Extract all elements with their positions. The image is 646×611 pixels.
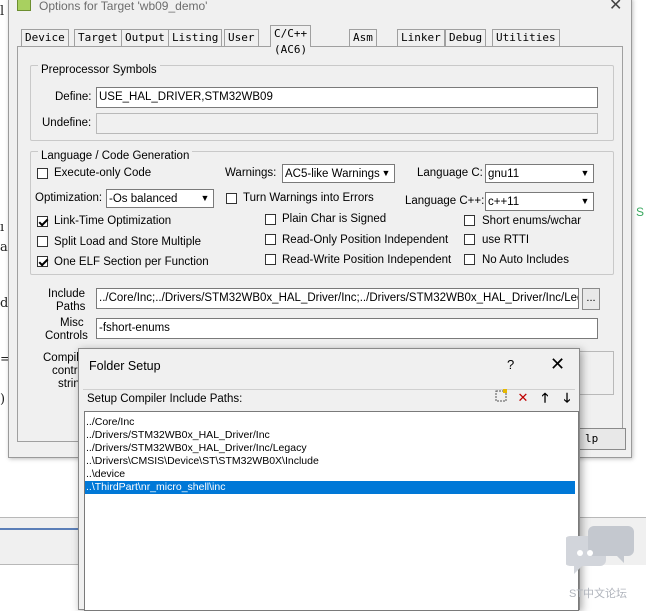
background-divider (0, 528, 82, 530)
chevron-down-icon: ▼ (580, 196, 590, 206)
language-c-label: Language C: (417, 167, 483, 179)
chevron-down-icon: ▼ (580, 168, 590, 178)
split-load-checkbox[interactable] (37, 236, 48, 247)
tab-utilities[interactable]: Utilities (492, 29, 560, 47)
tab-listing[interactable]: Listing (168, 29, 223, 47)
tab-device[interactable]: Device (21, 29, 69, 47)
list-item[interactable]: ../Drivers/STM32WB0x_HAL_Driver/Inc/Lega… (85, 442, 575, 455)
browse-button[interactable]: ... (582, 288, 600, 310)
list-item[interactable]: ../Drivers/STM32WB0x_HAL_Driver/Inc (85, 429, 575, 442)
define-field[interactable]: USE_HAL_DRIVER,STM32WB09 (96, 87, 598, 108)
warnings-label: Warnings: (225, 167, 277, 179)
undefine-label: Undefine: (42, 117, 92, 129)
new-folder-icon[interactable] (492, 389, 510, 407)
misc-controls-field[interactable]: -fshort-enums (96, 318, 598, 339)
language-c-value: gnu11 (488, 168, 520, 180)
close-icon[interactable]: ✕ (609, 0, 622, 15)
language-cpp-label: Language C++: (405, 195, 485, 207)
misc-controls-label: Misc (60, 317, 84, 329)
plain-char-label: Plain Char is Signed (282, 213, 387, 225)
include-paths-list-label: Setup Compiler Include Paths: (87, 393, 243, 405)
close-icon[interactable]: ✕ (550, 354, 565, 375)
link-time-label: Link-Time Optimization (54, 215, 172, 227)
app-icon (17, 0, 31, 11)
help-icon[interactable]: ? (507, 357, 514, 372)
chevron-down-icon: ▼ (200, 193, 210, 203)
use-rtti-checkbox[interactable] (464, 234, 475, 245)
include-paths-label: Paths (56, 301, 86, 313)
use-rtti-label: use RTTI (482, 234, 530, 246)
help-button[interactable]: lp (576, 428, 626, 450)
group-title: Language / Code Generation (38, 150, 193, 162)
execute-only-label: Execute-only Code (54, 167, 152, 179)
language-c-select[interactable]: gnu11 ▼ (485, 164, 594, 183)
language-cpp-select[interactable]: c++11 ▼ (485, 192, 594, 211)
optimization-label: Optimization: (35, 192, 103, 204)
execute-only-checkbox[interactable] (37, 168, 48, 179)
tab-c-cpp[interactable]: C/C++ (AC6) (270, 25, 312, 56)
undefine-field[interactable] (96, 113, 598, 134)
background-text: l (0, 4, 5, 19)
rw-position-checkbox[interactable] (265, 254, 276, 265)
tab-linker[interactable]: Linker (397, 29, 445, 47)
tab-debug[interactable]: Debug (445, 29, 487, 47)
short-enums-checkbox[interactable] (464, 215, 475, 226)
background-text: a (0, 240, 8, 255)
window-title: Options for Target 'wb09_demo' (39, 0, 208, 13)
plain-char-checkbox[interactable] (265, 214, 276, 225)
optimization-select[interactable]: -Os balanced ▼ (106, 189, 214, 208)
background-text: S (636, 205, 645, 219)
tab-user[interactable]: User (224, 29, 259, 47)
delete-icon[interactable]: ✕ (514, 389, 532, 407)
list-item-selected[interactable]: ..\ThirdPart\nr_micro_shell\inc (85, 481, 575, 494)
split-load-label: Split Load and Store Multiple (54, 236, 202, 248)
language-cpp-value: c++11 (488, 196, 520, 208)
tab-output[interactable]: Output (121, 29, 169, 47)
misc-controls-label: Controls (45, 330, 88, 342)
no-auto-label: No Auto Includes (482, 254, 569, 266)
one-elf-checkbox[interactable] (37, 256, 48, 267)
short-enums-label: Short enums/wchar (482, 215, 582, 227)
list-item[interactable]: ../Core/Inc (85, 416, 575, 429)
list-item[interactable]: ..\Drivers\CMSIS\Device\ST\STM32WB0X\Inc… (85, 455, 575, 468)
warnings-value: AC5-like Warnings (285, 168, 380, 180)
folder-setup-dialog: Folder Setup ? ✕ Setup Compiler Include … (78, 348, 580, 611)
background-toolbar (0, 517, 82, 565)
one-elf-label: One ELF Section per Function (54, 256, 209, 268)
turn-warnings-label: Turn Warnings into Errors (243, 192, 374, 204)
arrow-up-icon[interactable]: 🡑 (536, 389, 554, 407)
turn-warnings-checkbox[interactable] (226, 193, 237, 204)
tab-target[interactable]: Target (74, 29, 122, 47)
chevron-down-icon: ▼ (381, 168, 391, 178)
link-time-checkbox[interactable] (37, 216, 48, 227)
include-paths-list[interactable]: ../Core/Inc ../Drivers/STM32WB0x_HAL_Dri… (84, 411, 579, 611)
background-text: ı (0, 220, 5, 235)
group-title: Preprocessor Symbols (38, 64, 160, 76)
watermark-text: ST中文论坛 (569, 588, 628, 600)
dialog-title: Folder Setup (89, 359, 161, 373)
ro-position-checkbox[interactable] (265, 234, 276, 245)
arrow-down-icon[interactable]: 🡓 (558, 389, 576, 407)
no-auto-checkbox[interactable] (464, 254, 475, 265)
rw-position-label: Read-Write Position Independent (282, 254, 452, 266)
define-label: Define: (55, 91, 92, 103)
include-paths-label: Include (48, 288, 86, 300)
include-paths-field[interactable]: ../Core/Inc;../Drivers/STM32WB0x_HAL_Dri… (96, 288, 579, 309)
warnings-select[interactable]: AC5-like Warnings ▼ (282, 164, 395, 183)
ro-position-label: Read-Only Position Independent (282, 234, 449, 246)
background-text: ) (0, 392, 6, 407)
optimization-value: -Os balanced (109, 193, 178, 205)
list-item[interactable]: ..\device (85, 468, 575, 481)
tab-asm[interactable]: Asm (349, 29, 377, 47)
